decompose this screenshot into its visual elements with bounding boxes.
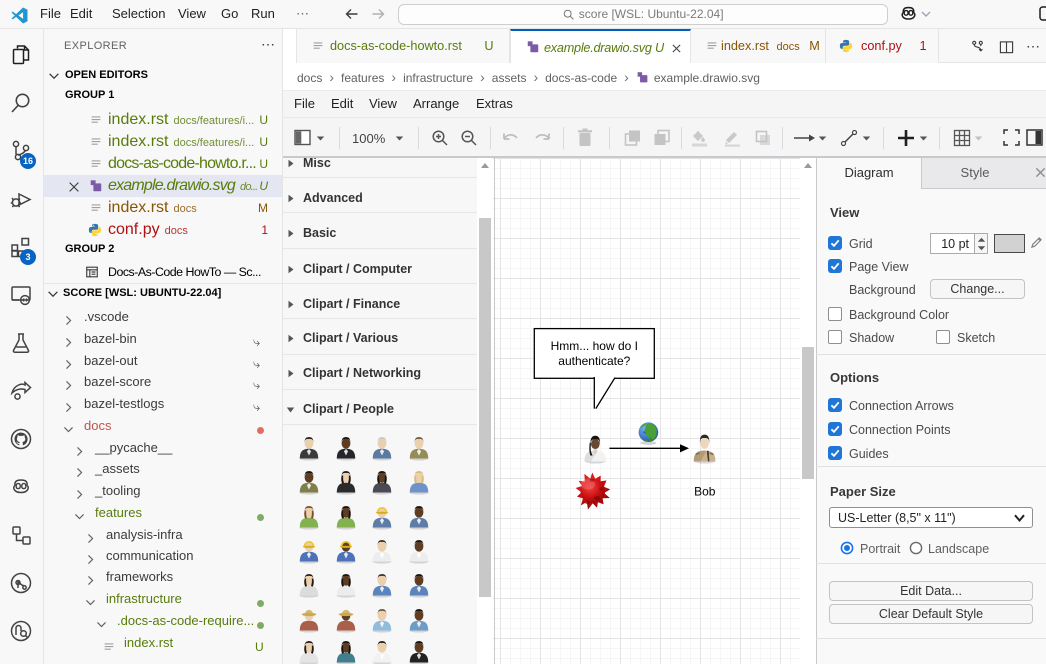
svg-text:Bob: Bob — [694, 485, 716, 499]
svg-text:Hmm... how do I: Hmm... how do I — [551, 339, 638, 353]
svg-text:authenticate?: authenticate? — [558, 354, 630, 368]
